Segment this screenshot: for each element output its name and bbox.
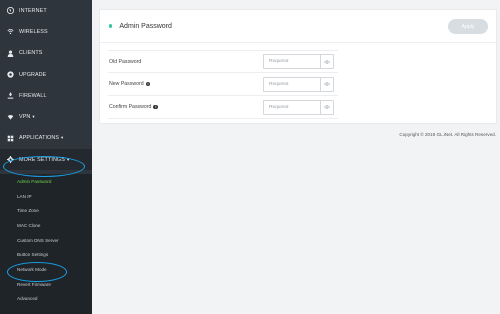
apply-button[interactable]: Apply bbox=[448, 19, 488, 34]
sidebar: INTERNET WIRELESS CLIENTS UPGRADE FIREWA… bbox=[0, 0, 92, 314]
submenu-item-network-mode[interactable]: Network Mode bbox=[0, 262, 92, 277]
submenu-item-mac-clone[interactable]: MAC Clone bbox=[0, 218, 92, 233]
shield-icon bbox=[6, 113, 14, 121]
gear-icon bbox=[6, 156, 14, 164]
info-icon[interactable]: i bbox=[153, 104, 159, 110]
field-label: New Password i bbox=[108, 81, 263, 87]
new-password-field bbox=[263, 76, 334, 92]
sidebar-item-more-settings[interactable]: MORE SETTINGS ▾ bbox=[0, 149, 92, 171]
more-settings-submenu: Admin Password LAN IP Time Zone MAC Clon… bbox=[0, 174, 92, 314]
sidebar-item-label: APPLICATIONS bbox=[19, 135, 60, 142]
field-label-text: Confirm Password bbox=[109, 104, 152, 110]
form-row-old-password: Old Password bbox=[108, 50, 338, 73]
globe-icon bbox=[6, 7, 14, 15]
sidebar-item-label: CLIENTS bbox=[19, 50, 43, 57]
submenu-item-button-settings[interactable]: Button Settings bbox=[0, 247, 92, 262]
sidebar-item-label: WIRELESS bbox=[19, 28, 48, 35]
chevron-down-icon: ▾ bbox=[32, 114, 35, 120]
upgrade-icon bbox=[6, 71, 14, 79]
confirm-password-input[interactable] bbox=[264, 100, 320, 114]
confirm-password-field bbox=[263, 99, 334, 115]
sidebar-item-clients[interactable]: CLIENTS bbox=[0, 43, 92, 64]
form-row-new-password: New Password i bbox=[108, 73, 338, 96]
wifi-icon bbox=[6, 28, 14, 36]
page-title: Admin Password bbox=[119, 22, 172, 30]
field-label-text: Old Password bbox=[109, 58, 142, 65]
password-form: Old Password New Password i Confirm Passw… bbox=[108, 50, 338, 119]
sidebar-item-upgrade[interactable]: UPGRADE bbox=[0, 64, 92, 85]
old-password-input[interactable] bbox=[264, 55, 320, 68]
field-label: Confirm Password i bbox=[108, 104, 263, 110]
eye-icon[interactable] bbox=[320, 55, 333, 69]
form-row-confirm-password: Confirm Password i bbox=[108, 96, 338, 119]
main-content: Admin Password Apply Old Password New Pa… bbox=[92, 0, 500, 314]
copyright-text: Copyright © 2019 GL.iNet. All Rights Res… bbox=[399, 132, 496, 137]
sidebar-item-label: FIREWALL bbox=[19, 92, 47, 99]
admin-password-panel: Admin Password Apply Old Password New Pa… bbox=[100, 10, 496, 123]
sidebar-item-label: VPN bbox=[19, 114, 31, 121]
field-label: Old Password bbox=[108, 59, 263, 65]
sidebar-item-wireless[interactable]: WIRELESS bbox=[0, 21, 92, 42]
submenu-item-custom-dns-server[interactable]: Custom DNS Server bbox=[0, 233, 92, 248]
sidebar-item-label: UPGRADE bbox=[19, 71, 47, 78]
submenu-item-advanced[interactable]: Advanced bbox=[0, 292, 92, 307]
field-label-text: New Password bbox=[109, 81, 144, 87]
submenu-item-lan-ip[interactable]: LAN IP bbox=[0, 189, 92, 204]
panel-header: Admin Password Apply bbox=[100, 10, 496, 43]
router-admin-page: INTERNET WIRELESS CLIENTS UPGRADE FIREWA… bbox=[0, 0, 500, 314]
chevron-down-icon: ▾ bbox=[61, 135, 64, 141]
submenu-item-admin-password[interactable]: Admin Password bbox=[0, 174, 92, 189]
status-dot bbox=[109, 24, 113, 28]
grid-icon bbox=[6, 134, 14, 142]
new-password-input[interactable] bbox=[264, 77, 320, 91]
submenu-item-revert-firmware[interactable]: Revert Firmware bbox=[0, 277, 92, 292]
eye-icon[interactable] bbox=[320, 77, 333, 92]
sidebar-item-internet[interactable]: INTERNET bbox=[0, 0, 92, 21]
sidebar-item-label: INTERNET bbox=[19, 7, 47, 14]
sidebar-nav: INTERNET WIRELESS CLIENTS UPGRADE FIREWA… bbox=[0, 0, 92, 171]
chevron-down-icon: ▾ bbox=[66, 156, 70, 162]
eye-icon[interactable] bbox=[320, 100, 333, 115]
sidebar-item-applications[interactable]: APPLICATIONS ▾ bbox=[0, 128, 92, 149]
info-icon[interactable]: i bbox=[145, 81, 151, 87]
submenu-item-time-zone[interactable]: Time Zone bbox=[0, 203, 92, 218]
sidebar-item-vpn[interactable]: VPN ▾ bbox=[0, 106, 92, 127]
firewall-icon bbox=[6, 92, 14, 100]
user-icon bbox=[6, 49, 14, 57]
sidebar-item-firewall[interactable]: FIREWALL bbox=[0, 85, 92, 106]
sidebar-item-label: MORE SETTINGS bbox=[19, 156, 65, 163]
old-password-field bbox=[263, 54, 334, 69]
